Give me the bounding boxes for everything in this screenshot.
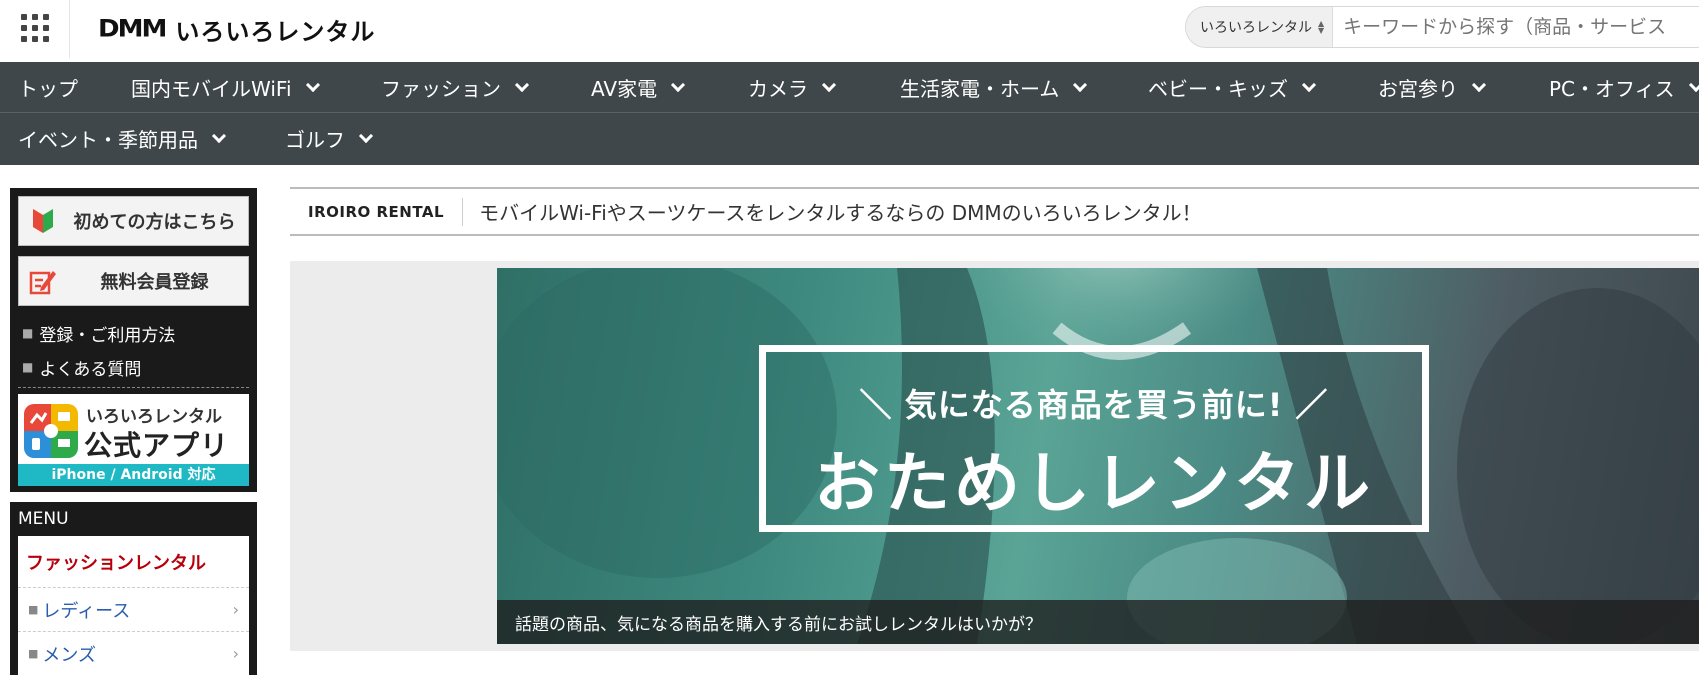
link-label: よくある質問 (39, 359, 142, 380)
sidebar: 初めての方はこちら 無料会員登録 ■ 登録・ご利用方法 ■ よくある質問 いろい… (10, 188, 257, 675)
app-platforms: iPhone / Android 対応 (18, 464, 249, 486)
nav-label: トップ (18, 77, 78, 101)
nav-item-fashion[interactable]: ファッション (381, 62, 530, 113)
sidebar-menu-box: MENU ファッションレンタル ■ レディース › ■ メンズ › (10, 502, 257, 675)
search-input[interactable] (1333, 7, 1699, 47)
chevron-down-icon (1688, 77, 1699, 92)
chevron-down-icon (1073, 77, 1088, 92)
register-label: 無料会員登録 (100, 272, 209, 293)
chevron-down-icon (821, 77, 837, 92)
bullet-icon: ■ (22, 360, 34, 374)
chevron-down-icon (211, 128, 227, 143)
link-label: 登録・ご利用方法 (39, 325, 176, 346)
app-banner[interactable]: いろいろレンタル 公式アプリ iPhone / Android 対応 (18, 394, 249, 486)
chevron-down-icon (1471, 77, 1487, 92)
nav-item-mobile-wifi[interactable]: 国内モバイルWiFi (131, 62, 320, 113)
banner-title-frame: ＼ 気になる商品を買う前に! ／ おためしレンタル (759, 345, 1429, 532)
nav-label: お宮参り (1378, 77, 1458, 101)
nav-label: カメラ (748, 77, 808, 101)
app-icon (24, 404, 78, 458)
menu-category-fashion[interactable]: ファッションレンタル (18, 536, 249, 588)
nav-item-golf[interactable]: ゴルフ (285, 113, 374, 164)
chevron-down-icon (305, 77, 320, 92)
banner-subtitle: ＼ 気になる商品を買う前に! ／ (859, 386, 1329, 424)
nav-label: 生活家電・ホーム (900, 77, 1060, 101)
sidebar-link-faq[interactable]: ■ よくある質問 (18, 350, 249, 384)
bullet-icon: ■ (22, 326, 34, 340)
nav-item-omiyamairi[interactable]: お宮参り (1378, 62, 1487, 113)
nav-label: 国内モバイルWiFi (131, 77, 292, 101)
nav-label: ゴルフ (285, 128, 345, 152)
register-button[interactable]: 無料会員登録 (18, 256, 249, 306)
chevron-right-icon: › (232, 600, 239, 619)
nav-label: AV家電 (591, 77, 658, 101)
sidebar-link-how-to[interactable]: ■ 登録・ご利用方法 (18, 316, 249, 350)
nav-item-av[interactable]: AV家電 (591, 62, 686, 113)
site-logo[interactable]: DMM いろいろレンタル (98, 14, 376, 46)
nav-label: イベント・季節用品 (18, 128, 198, 152)
nav-label: ファッション (381, 77, 501, 101)
menu-item-mens[interactable]: ■ メンズ › (18, 632, 249, 675)
nav-label: PC・オフィス (1549, 77, 1675, 101)
logo-brand: DMM (98, 15, 167, 43)
menu-list: ファッションレンタル ■ レディース › ■ メンズ › (18, 536, 249, 675)
nav-item-home[interactable]: 生活家電・ホーム (900, 62, 1088, 113)
bullet-icon: ■ (28, 603, 39, 616)
first-time-label: 初めての方はこちら (73, 212, 236, 233)
chevron-down-icon (671, 77, 686, 92)
chevron-down-icon (514, 77, 530, 92)
search-scope-label: いろいろレンタル (1200, 20, 1312, 36)
site-headline: IROIRO RENTAL モバイルWi-Fiやスーツケースをレンタルするならの… (290, 187, 1699, 236)
category-nav: トップ 国内モバイルWiFi ファッション AV家電 カメラ 生活家電・ホーム … (0, 62, 1699, 165)
nav-item-pc-office[interactable]: PC・オフィス (1549, 62, 1699, 113)
select-arrows-icon: ▲ ▼ (1318, 19, 1325, 35)
bullet-icon: ■ (28, 647, 39, 660)
menu-heading: MENU (18, 509, 69, 529)
headline-text: モバイルWi-Fiやスーツケースをレンタルするならの DMMのいろいろレンタル！ (479, 201, 1202, 225)
divider (18, 387, 249, 388)
first-time-button[interactable]: 初めての方はこちら (18, 196, 249, 246)
chevron-right-icon: › (232, 644, 239, 663)
nav-item-event[interactable]: イベント・季節用品 (18, 113, 227, 164)
menu-item-label: メンズ (42, 644, 97, 666)
banner-caption: 話題の商品、気になる商品を購入する前にお試しレンタルはいかが？ (497, 600, 1699, 644)
top-header: DMM いろいろレンタル いろいろレンタル ▲ ▼ (0, 0, 1699, 62)
search-scope-select[interactable]: いろいろレンタル ▲ ▼ (1186, 7, 1334, 47)
nav-item-camera[interactable]: カメラ (748, 62, 837, 113)
sidebar-guide-box: 初めての方はこちら 無料会員登録 ■ 登録・ご利用方法 ■ よくある質問 いろい… (10, 188, 257, 492)
chevron-down-icon (1301, 77, 1317, 92)
chevron-down-icon (358, 128, 374, 143)
app-name: 公式アプリ (84, 429, 230, 462)
menu-item-label: レディース (42, 600, 131, 622)
nav-item-top[interactable]: トップ (18, 62, 78, 113)
apps-grid-icon[interactable] (0, 0, 70, 58)
logo-service: いろいろレンタル (175, 17, 376, 46)
nav-label: ベビー・キッズ (1148, 77, 1288, 101)
menu-item-ladies[interactable]: ■ レディース › (18, 588, 249, 632)
headline-tag: IROIRO RENTAL (290, 197, 464, 226)
hero-banner[interactable]: ＼ 気になる商品を買う前に! ／ おためしレンタル 話題の商品、気になる商品を購… (497, 268, 1699, 644)
nav-item-baby-kids[interactable]: ベビー・キッズ (1148, 62, 1317, 113)
banner-title: おためしレンタル (814, 445, 1374, 522)
search-bar: いろいろレンタル ▲ ▼ (1185, 6, 1699, 48)
